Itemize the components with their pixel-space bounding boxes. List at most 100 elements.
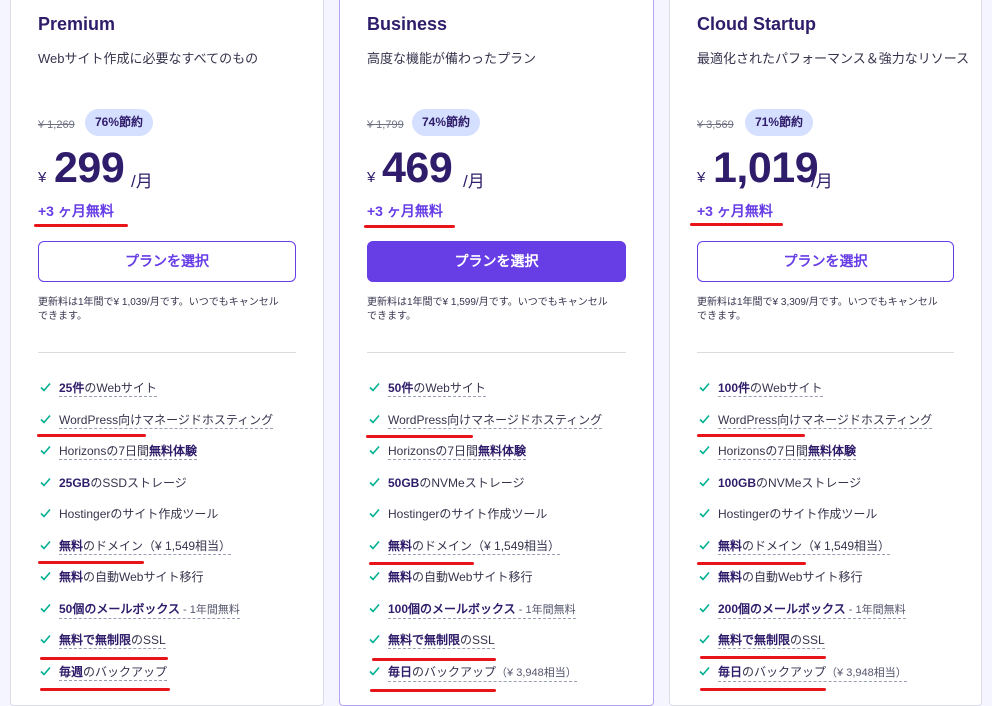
feature-text: 無料のドメイン（¥ 1,549相当） [388,538,561,555]
check-icon [40,571,51,581]
check-icon [699,634,710,644]
price-period: /月 [131,172,153,191]
feature-text: WordPress向けマネージドホスティング [388,412,603,429]
annotation-underline [700,688,826,691]
feature-item: Horizonsの7日間無料体験 [38,439,296,471]
plan-description: 最適化されたパフォーマンス＆強力なリソース [697,51,970,66]
check-icon [369,382,380,392]
check-icon [40,382,51,392]
check-icon [369,477,380,487]
renewal-note-line: できます。 [367,311,416,322]
feature-text: 毎週のバックアップ [59,664,168,681]
feature-text: Hostingerのサイト作成ツール [59,507,219,521]
bonus-months: +3 ヶ月無料 [367,203,443,219]
annotation-underline [697,434,805,437]
divider [38,352,296,353]
check-icon [699,508,710,518]
feature-text: 100GBのNVMeストレージ [718,475,862,490]
feature-item: 無料で無制限のSSL [38,628,296,660]
currency-symbol: ¥ [38,169,47,186]
feature-item: 50件のWebサイト [367,376,626,408]
feature-item: 50GBのNVMeストレージ [367,471,626,503]
feature-item: 100個のメールボックス - 1年間無料 [367,597,626,629]
original-price: ¥ 1,799 [367,119,404,131]
feature-text: WordPress向けマネージドホスティング [59,412,274,429]
feature-text: 毎日のバックアップ（¥ 3,948相当） [718,665,907,682]
feature-text: Hostingerのサイト作成ツール [718,507,878,521]
feature-text: Horizonsの7日間無料体験 [388,444,527,460]
plan-name: Cloud Startup [697,14,816,34]
check-icon [40,508,51,518]
check-icon [369,414,380,424]
feature-item: 200個のメールボックス - 1年間無料 [697,597,954,629]
feature-text: 100個のメールボックス - 1年間無料 [388,602,576,619]
feature-text: 25件のWebサイト [59,381,157,397]
bonus-months: +3 ヶ月無料 [38,203,114,219]
check-icon [40,540,51,550]
feature-item: 無料のドメイン（¥ 1,549相当） [367,534,626,566]
price-period: /月 [811,172,833,191]
select-plan-button[interactable]: プランを選択 [697,241,954,282]
savings-badge: 74%節約 [412,109,481,136]
feature-text: 無料で無制限のSSL [388,633,495,649]
annotation-underline [372,658,496,661]
annotation-underline [370,689,496,692]
savings-badge: 76%節約 [85,109,154,136]
feature-item: Hostingerのサイト作成ツール [367,502,626,534]
feature-text: 無料のドメイン（¥ 1,549相当） [718,538,891,555]
plan-card-premium: Premium Webサイト作成に必要なすべてのもの ¥ 1,269 76%節約… [10,0,324,706]
feature-text: 毎日のバックアップ（¥ 3,948相当） [388,665,577,682]
feature-item: 25GBのSSDストレージ [38,471,296,503]
check-icon [40,414,51,424]
currency-symbol: ¥ [697,169,706,186]
feature-text: 50個のメールボックス - 1年間無料 [59,602,240,619]
annotation-underline [364,225,455,228]
feature-item: Horizonsの7日間無料体験 [367,439,626,471]
select-plan-button[interactable]: プランを選択 [38,241,296,282]
feature-list: 50件のWebサイト WordPress向けマネージドホスティング Horizo… [367,376,626,691]
check-icon [40,445,51,455]
annotation-underline [369,562,474,565]
plan-name: Premium [38,14,116,34]
feature-text: Horizonsの7日間無料体験 [718,444,857,460]
annotation-underline [700,656,826,659]
feature-text: 無料の自動Webサイト移行 [59,570,204,584]
feature-item: 無料のドメイン（¥ 1,549相当） [697,534,954,566]
feature-list: 100件のWebサイト WordPress向けマネージドホスティング Horiz… [697,376,954,691]
feature-text: 無料で無制限のSSL [59,633,166,649]
feature-item: Horizonsの7日間無料体験 [697,439,954,471]
feature-item: 無料で無制限のSSL [367,628,626,660]
renewal-note-line: 更新料は1年間で¥ 1,599/月です。いつでもキャンセル [367,297,608,308]
renewal-note-line: できます。 [697,311,746,322]
renewal-note-line: できます。 [38,311,87,322]
feature-text: 50件のWebサイト [388,381,486,397]
feature-text: 100件のWebサイト [718,381,823,397]
check-icon [699,666,710,676]
annotation-underline [690,223,783,226]
check-icon [369,508,380,518]
check-icon [369,571,380,581]
feature-text: 無料の自動Webサイト移行 [388,570,533,584]
check-icon [699,477,710,487]
plan-description: Webサイト作成に必要なすべてのもの [38,51,259,66]
bonus-months: +3 ヶ月無料 [697,203,773,219]
plan-card-business: Business 高度な機能が備わったプラン ¥ 1,799 74%節約 ¥ 4… [339,0,654,706]
savings-badge: 71%節約 [745,109,814,136]
annotation-underline [34,224,128,227]
check-icon [369,445,380,455]
plan-card-cloud-startup: Cloud Startup 最適化されたパフォーマンス＆強力なリソース ¥ 3,… [669,0,982,706]
feature-text: Horizonsの7日間無料体験 [59,444,198,460]
feature-text: 200個のメールボックス - 1年間無料 [718,602,906,619]
feature-text: 無料のドメイン（¥ 1,549相当） [59,538,232,555]
divider [697,352,954,353]
annotation-underline [40,657,168,660]
check-icon [369,603,380,613]
select-plan-button[interactable]: プランを選択 [367,241,626,282]
annotation-underline [40,688,170,691]
annotation-underline [37,434,146,437]
check-icon [369,634,380,644]
feature-item: 無料の自動Webサイト移行 [367,565,626,597]
feature-item: 毎日のバックアップ（¥ 3,948相当） [697,660,954,692]
feature-item: Hostingerのサイト作成ツール [38,502,296,534]
feature-item: 無料で無制限のSSL [697,628,954,660]
